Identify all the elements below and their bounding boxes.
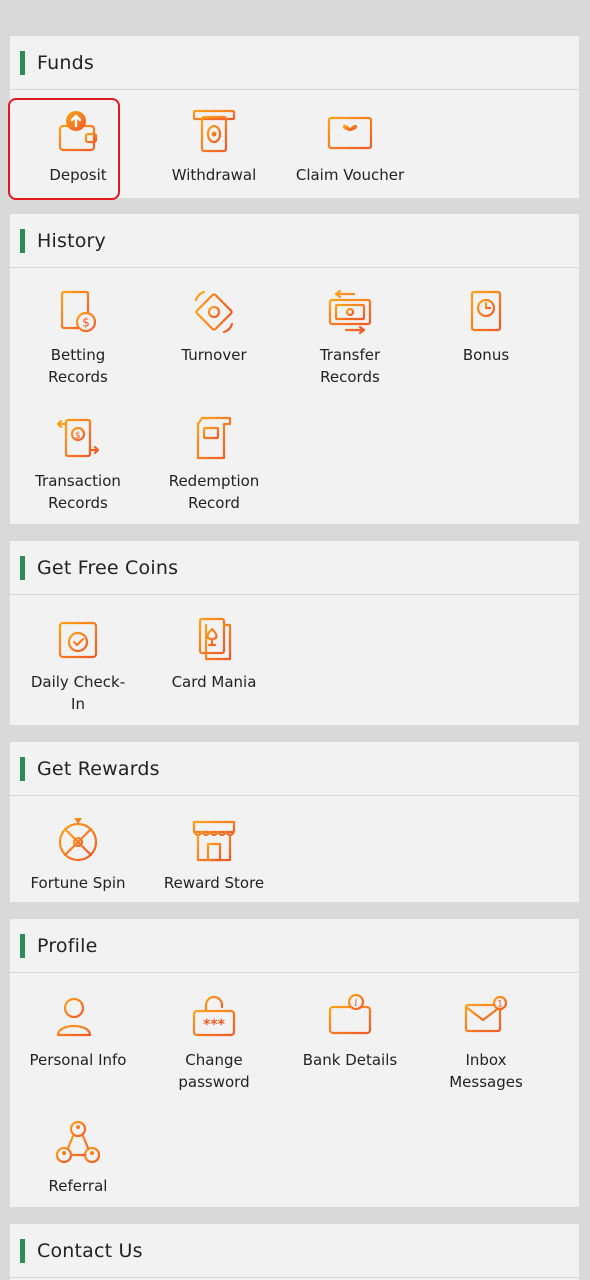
menu-item-bank-details[interactable]: i Bank Details (282, 993, 418, 1071)
menu-item-personal-info[interactable]: Personal Info (10, 993, 146, 1071)
menu-item-label: Personal Info (29, 1051, 127, 1069)
redemption-record-icon (196, 416, 232, 460)
menu-item-reward-store[interactable]: Reward Store (146, 816, 282, 894)
menu-item-label: Bank Details (302, 1051, 398, 1069)
menu-item-daily-check-in[interactable]: Daily Check- In (10, 615, 146, 715)
referral-icon (55, 1120, 101, 1164)
section-header: Profile (10, 919, 579, 973)
section-title: Get Free Coins (37, 556, 179, 579)
accent-bar (20, 228, 25, 253)
transfer-records-icon (328, 289, 372, 335)
menu-item-fortune-spin[interactable]: Fortune Spin (10, 816, 146, 894)
accent-bar (20, 50, 25, 75)
user-icon (56, 997, 100, 1037)
svg-text:$: $ (82, 316, 90, 330)
menu-item-label: Card Mania (171, 673, 257, 691)
store-icon (192, 820, 236, 862)
menu-item-label: Bonus (462, 346, 510, 364)
section-header: Contact Us (10, 1224, 579, 1278)
svg-text:$: $ (75, 431, 81, 441)
menu-item-label: Change password (178, 1051, 250, 1091)
gift-voucher-icon (327, 116, 373, 150)
svg-text:i: i (354, 998, 357, 1009)
menu-item-inbox-messages[interactable]: 1 Inbox Messages (418, 993, 554, 1093)
menu-item-label: Withdrawal (171, 166, 257, 184)
menu-item-label: Fortune Spin (30, 874, 126, 892)
svg-text:1: 1 (497, 1000, 503, 1010)
menu-item-transaction-records[interactable]: $ Transaction Records (10, 414, 146, 514)
accent-bar (20, 933, 25, 958)
menu-item-label: Inbox Messages (449, 1051, 523, 1091)
turnover-icon (194, 290, 234, 334)
section-title: Profile (37, 934, 98, 957)
calendar-check-icon (58, 617, 98, 659)
accent-bar (20, 756, 25, 781)
section-contact: Contact Us (10, 1224, 579, 1280)
menu-item-turnover[interactable]: Turnover (146, 288, 282, 366)
menu-item-label: Transfer Records (319, 346, 381, 386)
betting-records-icon: $ (60, 290, 97, 333)
menu-item-card-mania[interactable]: Card Mania (146, 615, 282, 693)
menu-item-label: Turnover (181, 346, 247, 364)
menu-item-change-password[interactable]: *** Change password (146, 993, 282, 1093)
accent-bar (20, 555, 25, 580)
menu-item-deposit[interactable]: Deposit (8, 98, 146, 200)
wallet-upload-icon (58, 111, 98, 152)
section-title: History (37, 229, 106, 252)
menu-item-withdrawal[interactable]: Withdrawal (146, 108, 282, 186)
mail-icon: 1 (464, 995, 508, 1033)
menu-item-transfer-records[interactable]: Transfer Records (282, 288, 418, 388)
section-history: History $ Betting Records Turnover Trans… (10, 214, 579, 524)
accent-bar (20, 1238, 25, 1263)
menu-item-label: Deposit (49, 166, 107, 184)
menu-item-claim-voucher[interactable]: Claim Voucher (282, 108, 418, 186)
menu-item-label: Daily Check- In (30, 673, 126, 713)
bank-card-icon: i (328, 993, 372, 1035)
bonus-icon (470, 290, 502, 332)
section-title: Contact Us (37, 1239, 143, 1262)
section-header: History (10, 214, 579, 268)
section-header: Funds (10, 36, 579, 90)
section-profile: Profile Personal Info *** Change passwor… (10, 919, 579, 1207)
section-funds: Funds Deposit Withdrawal Claim Voucher (8, 36, 579, 200)
menu-item-referral[interactable]: Referral (10, 1119, 146, 1197)
section-title: Get Rewards (37, 757, 160, 780)
playing-card-icon (198, 617, 232, 661)
menu-item-label: Referral (48, 1177, 108, 1195)
section-free-coins: Get Free Coins Daily Check- In Card Mani… (10, 541, 579, 725)
menu-item-label: Redemption Record (168, 472, 260, 512)
menu-item-bonus[interactable]: Bonus (418, 288, 554, 366)
fortune-wheel-icon (58, 818, 98, 862)
transaction-records-icon: $ (56, 418, 100, 458)
lock-password-icon: *** (192, 995, 236, 1037)
menu-item-redemption-record[interactable]: Redemption Record (146, 414, 282, 514)
section-rewards: Get Rewards Fortune Spin Reward Store (10, 742, 579, 902)
menu-item-label: Betting Records (48, 346, 108, 386)
menu-item-label: Reward Store (163, 874, 265, 892)
menu-item-betting-records[interactable]: $ Betting Records (10, 288, 146, 388)
account-menu-page: Funds Deposit Withdrawal Claim Voucher H… (0, 0, 590, 1280)
section-header: Get Free Coins (10, 541, 579, 595)
svg-text:***: *** (203, 1017, 226, 1033)
section-header: Get Rewards (10, 742, 579, 796)
menu-item-label: Transaction Records (35, 472, 121, 512)
cash-withdraw-icon (192, 109, 236, 153)
section-title: Funds (37, 51, 94, 74)
menu-item-label: Claim Voucher (295, 166, 405, 184)
